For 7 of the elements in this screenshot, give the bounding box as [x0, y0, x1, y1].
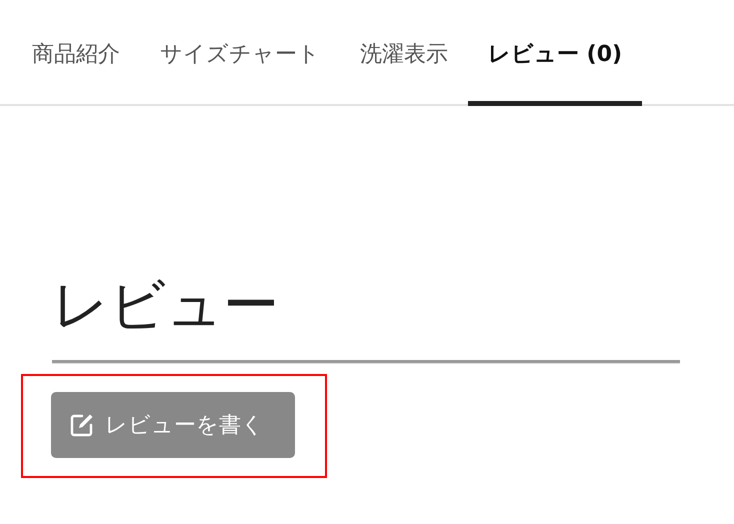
edit-icon	[69, 412, 95, 438]
tab[interactable]: サイズチャート	[140, 0, 340, 106]
section-heading: レビュー	[52, 272, 280, 340]
tab[interactable]: 洗濯表示	[340, 0, 468, 106]
write-review-button[interactable]: レビューを書く	[51, 392, 295, 458]
tab[interactable]: 商品紹介	[12, 0, 140, 106]
tab[interactable]: レビュー (0)	[468, 0, 642, 106]
